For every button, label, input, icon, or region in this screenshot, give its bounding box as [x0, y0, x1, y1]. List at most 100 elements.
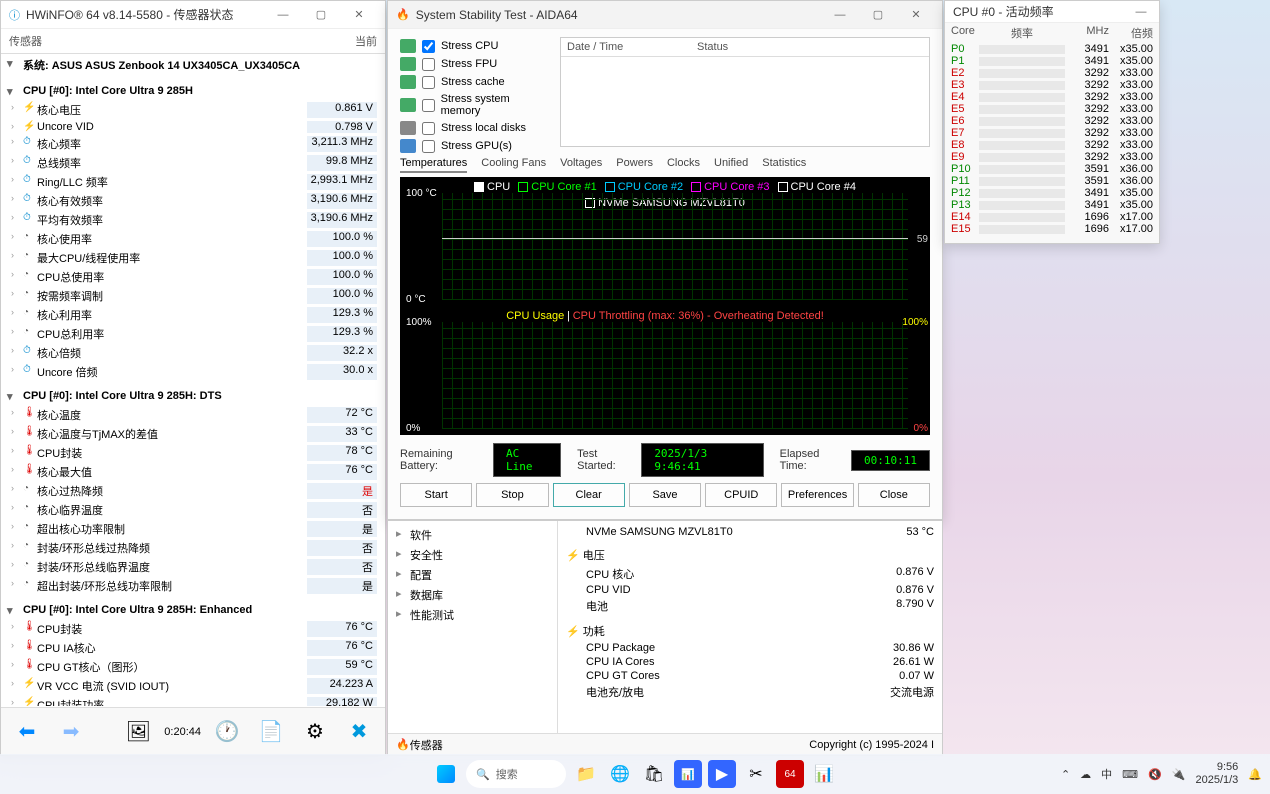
sensor-row[interactable]: ›🌡CPU封装78 °C [1, 443, 385, 462]
sensor-row[interactable]: ›🌡CPU GT核心（图形）59 °C [1, 657, 385, 676]
minimize-button[interactable]: — [1131, 0, 1151, 24]
notifications-icon[interactable]: 🔔 [1248, 768, 1262, 781]
hwinfo-taskbar-icon[interactable]: 📊 [810, 760, 838, 788]
stress-options: Stress CPU Stress FPU Stress cache Stres… [400, 37, 550, 147]
sensor-row[interactable]: ›⏱核心频率3,211.3 MHz [1, 134, 385, 153]
log-button[interactable]: 📄 [253, 714, 289, 750]
maximize-button[interactable]: ▢ [860, 3, 896, 27]
aida-titlebar[interactable]: 🔥 System Stability Test - AIDA64 — ▢ ✕ [388, 1, 942, 29]
nav-security[interactable]: 安全性 [392, 545, 553, 565]
hwinfo-titlebar[interactable]: ⓘ HWiNFO® 64 v8.14-5580 - 传感器状态 — ▢ ✕ [1, 1, 385, 29]
nav-config[interactable]: 配置 [392, 565, 553, 585]
sensor-row[interactable]: ›⚡CPU封装功率29.182 W [1, 695, 385, 706]
edge-icon[interactable]: 🌐 [606, 760, 634, 788]
tab-temperatures[interactable]: Temperatures [400, 155, 467, 173]
stress-disk[interactable]: Stress local disks [400, 119, 550, 137]
close-tool-button[interactable]: ✖ [341, 714, 377, 750]
save-button[interactable]: Save [629, 483, 701, 507]
stress-fpu[interactable]: Stress FPU [400, 55, 550, 73]
tab-clocks[interactable]: Clocks [667, 155, 700, 173]
stress-gpu[interactable]: Stress GPU(s) [400, 137, 550, 155]
sensor-row[interactable]: ›◔超出封装/环形总线功率限制是 [1, 576, 385, 595]
close-button[interactable]: ✕ [898, 3, 934, 27]
tray-chevron-icon[interactable]: ⌃ [1061, 768, 1070, 781]
sensor-row[interactable]: ›⏱核心有效频率3,190.6 MHz [1, 191, 385, 210]
screenshot-button[interactable]: 🖼 [120, 714, 156, 750]
aida-icon: 🔥 [396, 8, 410, 21]
sensor-row[interactable]: ›◔封装/环形总线临界温度否 [1, 557, 385, 576]
forward-button[interactable]: ➡ [53, 714, 89, 750]
sensor-row[interactable]: ›🌡CPU封装76 °C [1, 619, 385, 638]
nav-software[interactable]: 软件 [392, 525, 553, 545]
battery-icon[interactable]: 🔌 [1172, 768, 1186, 781]
tab-voltages[interactable]: Voltages [560, 155, 602, 173]
snip-icon[interactable]: ✂ [742, 760, 770, 788]
aida-taskbar-icon[interactable]: 64 [776, 760, 804, 788]
search-box[interactable]: 🔍 搜索 [466, 760, 566, 788]
nav-database[interactable]: 数据库 [392, 585, 553, 605]
app-icon-2[interactable]: ▶ [708, 760, 736, 788]
stress-cpu[interactable]: Stress CPU [400, 37, 550, 55]
app-icon-1[interactable]: 📊 [674, 760, 702, 788]
system-section[interactable]: 系统: ASUS ASUS Zenbook 14 UX3405CA_UX3405… [1, 54, 385, 76]
tab-statistics[interactable]: Statistics [762, 155, 806, 173]
dts-section[interactable]: CPU [#0]: Intel Core Ultra 9 285H: DTS [1, 387, 385, 405]
elapsed-label: 0:20:44 [164, 726, 201, 738]
sensor-row[interactable]: ›🌡CPU IA核心76 °C [1, 638, 385, 657]
clear-button[interactable]: Clear [553, 483, 625, 507]
start-button[interactable]: Start [400, 483, 472, 507]
preferences-button[interactable]: Preferences [781, 483, 853, 507]
cpufreq-titlebar[interactable]: CPU #0 - 活动频率 — [945, 1, 1159, 23]
sensor-row[interactable]: ›◔CPU总使用率100.0 % [1, 267, 385, 286]
sensor-row[interactable]: ›◔CPU总利用率129.3 % [1, 324, 385, 343]
sensor-row[interactable]: ›◔核心过热降频是 [1, 481, 385, 500]
sensor-row[interactable]: ›◔封装/环形总线过热降频否 [1, 538, 385, 557]
sensor-row[interactable]: ›⚡VR VCC 电流 (SVID IOUT)24.223 A [1, 676, 385, 695]
sensor-row[interactable]: ›⚡核心电压0.861 V [1, 100, 385, 119]
minimize-button[interactable]: — [265, 3, 301, 27]
stop-button[interactable]: Stop [476, 483, 548, 507]
start-button[interactable] [432, 760, 460, 788]
sensor-row[interactable]: ›⏱Uncore 倍频30.0 x [1, 362, 385, 381]
enh-section[interactable]: CPU [#0]: Intel Core Ultra 9 285H: Enhan… [1, 601, 385, 619]
tab-cooling[interactable]: Cooling Fans [481, 155, 546, 173]
aida-title: System Stability Test - AIDA64 [416, 8, 822, 22]
col-current: 当前 [307, 33, 377, 49]
back-button[interactable]: ⬅ [9, 714, 45, 750]
cloud-icon[interactable]: ☁ [1080, 768, 1091, 781]
stress-cache[interactable]: Stress cache [400, 73, 550, 91]
sensor-tree[interactable]: 系统: ASUS ASUS Zenbook 14 UX3405CA_UX3405… [1, 54, 385, 706]
settings-button[interactable]: ⚙ [297, 714, 333, 750]
sensor-row[interactable]: ›🌡核心温度72 °C [1, 405, 385, 424]
sensor-row[interactable]: ›⏱平均有效频率3,190.6 MHz [1, 210, 385, 229]
sensor-row[interactable]: ›◔超出核心功率限制是 [1, 519, 385, 538]
tab-unified[interactable]: Unified [714, 155, 748, 173]
nav-perftest[interactable]: 性能测试 [392, 605, 553, 625]
store-icon[interactable]: 🛍 [640, 760, 668, 788]
sensor-row[interactable]: ›◔按需频率调制100.0 % [1, 286, 385, 305]
close-stability-button[interactable]: Close [858, 483, 930, 507]
tab-powers[interactable]: Powers [616, 155, 653, 173]
sensor-row[interactable]: ›⚡Uncore VID0.798 V [1, 119, 385, 134]
ime-icon[interactable]: 中 [1101, 766, 1112, 782]
stress-memory[interactable]: Stress system memory [400, 91, 550, 119]
sensor-row[interactable]: ›◔核心使用率100.0 % [1, 229, 385, 248]
sensor-row[interactable]: ›⏱Ring/LLC 频率2,993.1 MHz [1, 172, 385, 191]
cpuid-button[interactable]: CPUID [705, 483, 777, 507]
sensor-row[interactable]: ›⏱总线频率99.8 MHz [1, 153, 385, 172]
sensor-row[interactable]: ›◔核心利用率129.3 % [1, 305, 385, 324]
close-button[interactable]: ✕ [341, 3, 377, 27]
volume-icon[interactable]: 🔇 [1148, 768, 1162, 781]
cpu-section[interactable]: CPU [#0]: Intel Core Ultra 9 285H [1, 82, 385, 100]
explorer-icon[interactable]: 📁 [572, 760, 600, 788]
ime-mode-icon[interactable]: ⌨ [1122, 768, 1138, 781]
maximize-button[interactable]: ▢ [303, 3, 339, 27]
sensor-row[interactable]: ›◔核心临界温度否 [1, 500, 385, 519]
sensor-row[interactable]: ›⏱核心倍频32.2 x [1, 343, 385, 362]
clock-icon[interactable]: 🕐 [209, 714, 245, 750]
sensor-row[interactable]: ›◔最大CPU/线程使用率100.0 % [1, 248, 385, 267]
sensor-row[interactable]: ›🌡核心最大值76 °C [1, 462, 385, 481]
clock[interactable]: 9:562025/1/3 [1195, 761, 1238, 787]
minimize-button[interactable]: — [822, 3, 858, 27]
sensor-row[interactable]: ›🌡核心温度与TjMAX的差值33 °C [1, 424, 385, 443]
